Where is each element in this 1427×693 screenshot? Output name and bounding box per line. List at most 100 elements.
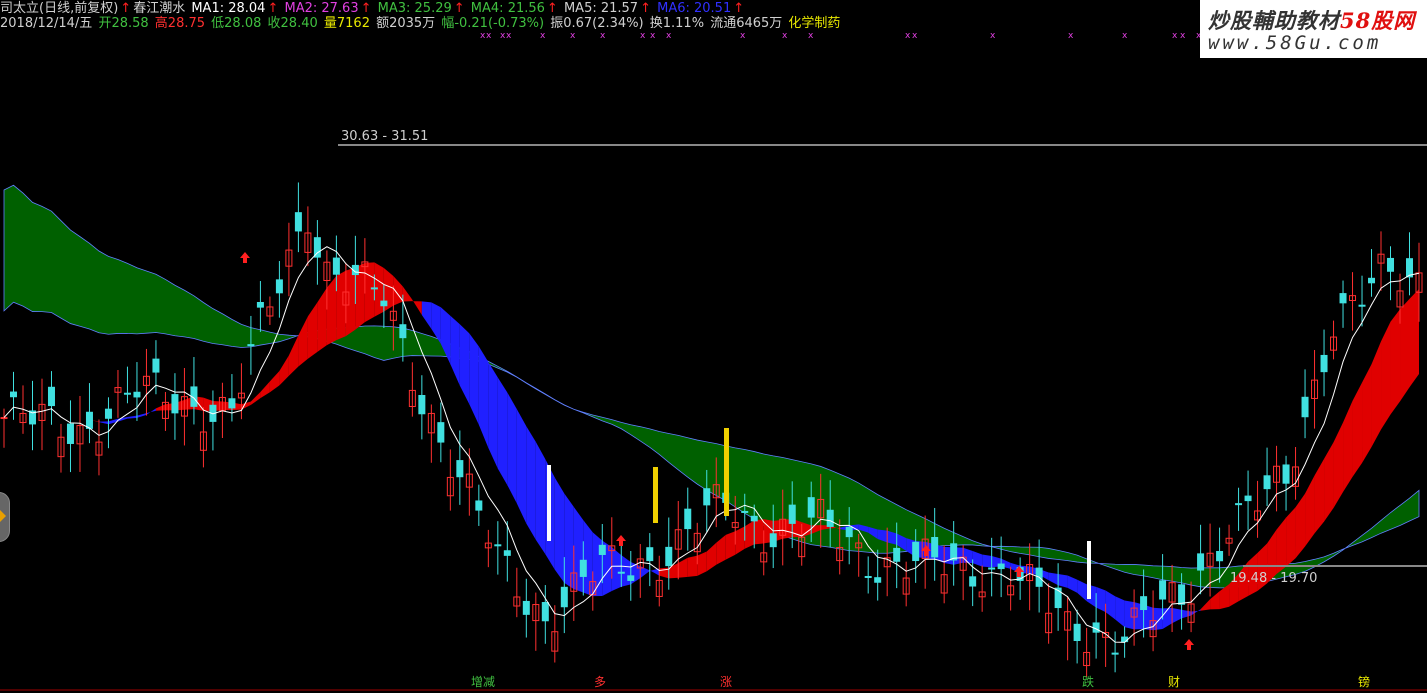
mid-trend-band-seg — [630, 562, 641, 585]
quote-header: 2018/12/14/五 开28.58 高28.75 低28.08 收28.40… — [0, 16, 842, 32]
candle-body — [503, 550, 511, 556]
candle-body — [646, 547, 654, 562]
mid-trend-band-seg — [288, 335, 299, 376]
quote-header-seg-3: 低28.08 — [207, 16, 262, 31]
candle-body — [560, 586, 568, 608]
mid-trend-band-seg — [326, 275, 337, 346]
mid-trend-band-seg — [1162, 607, 1173, 629]
candle-body — [741, 510, 749, 513]
candle-body — [684, 508, 692, 530]
mid-trend-band-seg — [1200, 599, 1211, 611]
mid-trend-band-seg — [1343, 400, 1353, 493]
signal-dot: x — [570, 31, 576, 41]
signal-dot: x — [666, 31, 672, 41]
indicator-header-seg-12: ↑ — [640, 1, 651, 16]
scroll-handle[interactable] — [0, 492, 10, 542]
price-range-label: 30.63 - 31.51 — [341, 129, 428, 144]
mid-trend-band-seg — [1048, 572, 1059, 586]
mid-trend-band-seg — [754, 519, 764, 545]
indicator-header-seg-0: 司太立(日线,前复权) — [0, 1, 119, 16]
up-arrow-icon — [616, 535, 626, 546]
mid-trend-band-seg — [716, 534, 726, 565]
mid-trend-band-seg — [516, 409, 527, 524]
mid-trend-band-seg — [1333, 422, 1344, 508]
candle-body — [931, 536, 939, 558]
mid-trend-band-seg — [450, 315, 460, 386]
signal-dot: x — [1068, 31, 1074, 41]
candle-body — [522, 600, 530, 615]
candle-body — [1406, 258, 1414, 278]
up-arrow-icon — [240, 252, 250, 263]
mid-trend-band-seg — [611, 547, 622, 591]
mid-trend-band-seg — [146, 408, 156, 415]
signal-dot: x — [912, 31, 918, 41]
logo-title-brand: 58股网 — [1340, 8, 1416, 33]
mid-trend-band-seg — [725, 531, 736, 560]
mid-trend-band-seg — [317, 287, 327, 352]
signal-dot: x — [1180, 31, 1186, 41]
mid-trend-band-seg — [1124, 600, 1135, 630]
candle-body — [1244, 495, 1252, 502]
bottom-signal-label: 镑 — [1358, 674, 1370, 689]
mid-trend-band-seg — [573, 506, 584, 593]
candle-body — [912, 541, 920, 562]
candle-body — [1216, 550, 1224, 562]
mid-trend-band-seg — [744, 520, 755, 549]
signal-dot: x — [486, 31, 492, 41]
mid-trend-band-seg — [564, 493, 574, 590]
mid-trend-band-seg — [1352, 382, 1363, 477]
mid-trend-band-seg — [1058, 574, 1068, 588]
candle-body — [47, 386, 55, 407]
candle-body — [1178, 584, 1186, 605]
candle-body — [1111, 652, 1119, 655]
indicator-header-seg-10: ↑ — [546, 1, 558, 16]
logo-url: www.58Gu.com — [1208, 32, 1382, 54]
mid-trend-band-seg — [1115, 596, 1125, 628]
bottom-signal-label: 多 — [594, 675, 606, 689]
candle-body — [579, 559, 587, 577]
mid-trend-band-seg — [307, 302, 318, 359]
indicator-header-seg-7: MA3: 25.29 — [373, 1, 452, 16]
mid-trend-band-seg — [345, 267, 356, 337]
bottom-signal-label: 涨 — [720, 674, 732, 689]
signal-bar — [1087, 541, 1091, 599]
mid-trend-band-seg — [1400, 298, 1410, 402]
mid-trend-band-seg — [1362, 364, 1372, 464]
signal-dot: x — [640, 31, 646, 41]
quote-header-seg-6: 额2035万 — [371, 16, 436, 31]
bottom-signal-label: 跌 — [1082, 674, 1094, 689]
candle-body — [171, 394, 179, 414]
signal-dot: x — [808, 31, 814, 41]
mid-trend-band-seg — [1153, 607, 1163, 631]
mid-trend-band-seg — [421, 301, 432, 329]
candle-body — [1073, 623, 1081, 642]
mid-trend-band-seg — [374, 262, 384, 317]
candle-body — [133, 391, 141, 398]
logo-title: 炒股輔助教材58股网 — [1208, 5, 1415, 35]
quote-header-seg-11: 化学制药 — [784, 16, 841, 31]
candle-body — [247, 344, 255, 347]
mid-trend-band-seg — [402, 286, 413, 302]
candle-body — [1197, 553, 1205, 571]
candle-body — [152, 358, 160, 373]
candle-body — [437, 422, 445, 443]
candle-body — [1140, 596, 1148, 611]
candle-body — [85, 411, 93, 429]
mid-trend-band-seg — [1181, 609, 1192, 619]
candle-body — [950, 543, 958, 561]
mid-trend-band-seg — [364, 262, 375, 323]
signal-dot: x — [1172, 31, 1178, 41]
mid-trend-band-seg — [507, 392, 517, 504]
candle-body — [275, 279, 283, 294]
signal-dot: x — [650, 31, 656, 41]
mid-trend-band-seg — [621, 555, 631, 587]
quote-header-seg-0: 2018/12/14/五 — [0, 16, 93, 31]
stock-chart[interactable]: 30.63 - 31.5119.48 - 19.70x x x x x x x x x x x x x x… — [0, 0, 1427, 693]
mid-trend-band-seg — [1210, 591, 1220, 610]
mid-trend-band-seg — [260, 381, 270, 399]
candle-body — [826, 509, 834, 527]
bottom-signal-label: 增减 — [471, 675, 495, 689]
signal-bar — [724, 428, 729, 516]
long-trend-band — [3, 184, 1420, 589]
candle-body — [1320, 354, 1328, 373]
